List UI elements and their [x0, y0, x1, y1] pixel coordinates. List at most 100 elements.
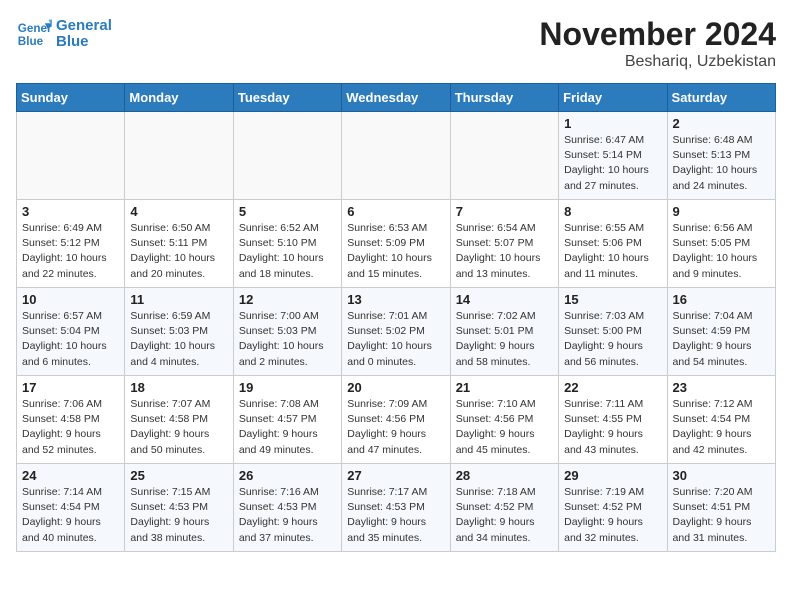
day-cell: 28 Sunrise: 7:18 AM Sunset: 4:52 PM Dayli…: [450, 464, 558, 552]
day-info: Sunrise: 6:48 AM Sunset: 5:13 PM Dayligh…: [673, 133, 770, 194]
day-info: Sunrise: 7:09 AM Sunset: 4:56 PM Dayligh…: [347, 397, 444, 458]
day-info: Sunrise: 6:55 AM Sunset: 5:06 PM Dayligh…: [564, 221, 661, 282]
day-cell: 17Sunrise: 7:06 AM Sunset: 4:58 PM Dayli…: [17, 376, 125, 464]
day-cell: 11 Sunrise: 6:59 AM Sunset: 5:03 PM Dayli…: [125, 288, 233, 376]
day-cell: 30 Sunrise: 7:20 AM Sunset: 4:51 PM Dayli…: [667, 464, 775, 552]
day-cell: 6 Sunrise: 6:53 AM Sunset: 5:09 PM Daylig…: [342, 200, 450, 288]
day-cell: 21 Sunrise: 7:10 AM Sunset: 4:56 PM Dayli…: [450, 376, 558, 464]
day-number: 24: [22, 468, 119, 483]
day-cell: 4 Sunrise: 6:50 AM Sunset: 5:11 PM Daylig…: [125, 200, 233, 288]
day-info: Sunrise: 7:12 AM Sunset: 4:54 PM Dayligh…: [673, 397, 770, 458]
day-cell: [450, 112, 558, 200]
day-info: Sunrise: 7:15 AM Sunset: 4:53 PM Dayligh…: [130, 485, 227, 546]
calendar: SundayMondayTuesdayWednesdayThursdayFrid…: [16, 83, 776, 552]
day-number: 26: [239, 468, 336, 483]
day-info: Sunrise: 7:04 AM Sunset: 4:59 PM Dayligh…: [673, 309, 770, 370]
day-number: 1: [564, 116, 661, 131]
day-cell: [125, 112, 233, 200]
day-number: 30: [673, 468, 770, 483]
day-info: Sunrise: 6:50 AM Sunset: 5:11 PM Dayligh…: [130, 221, 227, 282]
day-cell: 23 Sunrise: 7:12 AM Sunset: 4:54 PM Dayli…: [667, 376, 775, 464]
day-info: Sunrise: 7:07 AM Sunset: 4:58 PM Dayligh…: [130, 397, 227, 458]
day-cell: 22 Sunrise: 7:11 AM Sunset: 4:55 PM Dayli…: [559, 376, 667, 464]
day-number: 4: [130, 204, 227, 219]
day-info: Sunrise: 6:47 AM Sunset: 5:14 PM Dayligh…: [564, 133, 661, 194]
logo: General Blue General Blue: [16, 16, 112, 52]
day-number: 21: [456, 380, 553, 395]
day-number: 16: [673, 292, 770, 307]
day-info: Sunrise: 7:20 AM Sunset: 4:51 PM Dayligh…: [673, 485, 770, 546]
day-cell: 27 Sunrise: 7:17 AM Sunset: 4:53 PM Dayli…: [342, 464, 450, 552]
month-title: November 2024: [539, 16, 776, 53]
week-row-1: 1 Sunrise: 6:47 AM Sunset: 5:14 PM Daylig…: [17, 112, 776, 200]
day-info: Sunrise: 7:17 AM Sunset: 4:53 PM Dayligh…: [347, 485, 444, 546]
day-cell: 5Sunrise: 6:52 AM Sunset: 5:10 PM Daylig…: [233, 200, 341, 288]
week-row-3: 10Sunrise: 6:57 AM Sunset: 5:04 PM Dayli…: [17, 288, 776, 376]
day-info: Sunrise: 6:54 AM Sunset: 5:07 PM Dayligh…: [456, 221, 553, 282]
day-info: Sunrise: 7:18 AM Sunset: 4:52 PM Dayligh…: [456, 485, 553, 546]
day-cell: 3Sunrise: 6:49 AM Sunset: 5:12 PM Daylig…: [17, 200, 125, 288]
weekday-header-wednesday: Wednesday: [342, 84, 450, 112]
day-info: Sunrise: 7:14 AM Sunset: 4:54 PM Dayligh…: [22, 485, 119, 546]
day-number: 15: [564, 292, 661, 307]
day-cell: 24 Sunrise: 7:14 AM Sunset: 4:54 PM Dayli…: [17, 464, 125, 552]
day-cell: 18 Sunrise: 7:07 AM Sunset: 4:58 PM Dayli…: [125, 376, 233, 464]
day-info: Sunrise: 6:53 AM Sunset: 5:09 PM Dayligh…: [347, 221, 444, 282]
day-number: 28: [456, 468, 553, 483]
day-number: 20: [347, 380, 444, 395]
day-cell: 29 Sunrise: 7:19 AM Sunset: 4:52 PM Dayli…: [559, 464, 667, 552]
day-number: 6: [347, 204, 444, 219]
title-block: November 2024 Beshariq, Uzbekistan: [539, 16, 776, 71]
day-cell: 19 Sunrise: 7:08 AM Sunset: 4:57 PM Dayli…: [233, 376, 341, 464]
day-number: 12: [239, 292, 336, 307]
day-cell: [233, 112, 341, 200]
day-cell: 8Sunrise: 6:55 AM Sunset: 5:06 PM Daylig…: [559, 200, 667, 288]
day-info: Sunrise: 7:03 AM Sunset: 5:00 PM Dayligh…: [564, 309, 661, 370]
day-number: 19: [239, 380, 336, 395]
day-number: 18: [130, 380, 227, 395]
day-cell: 2Sunrise: 6:48 AM Sunset: 5:13 PM Daylig…: [667, 112, 775, 200]
day-number: 29: [564, 468, 661, 483]
day-info: Sunrise: 7:08 AM Sunset: 4:57 PM Dayligh…: [239, 397, 336, 458]
day-number: 9: [673, 204, 770, 219]
day-number: 27: [347, 468, 444, 483]
weekday-header-row: SundayMondayTuesdayWednesdayThursdayFrid…: [17, 84, 776, 112]
day-cell: 13Sunrise: 7:01 AM Sunset: 5:02 PM Dayli…: [342, 288, 450, 376]
weekday-header-friday: Friday: [559, 84, 667, 112]
day-number: 5: [239, 204, 336, 219]
day-number: 17: [22, 380, 119, 395]
day-info: Sunrise: 7:16 AM Sunset: 4:53 PM Dayligh…: [239, 485, 336, 546]
day-info: Sunrise: 7:10 AM Sunset: 4:56 PM Dayligh…: [456, 397, 553, 458]
logo-line2: Blue: [56, 34, 112, 51]
day-cell: 20 Sunrise: 7:09 AM Sunset: 4:56 PM Dayli…: [342, 376, 450, 464]
weekday-header-tuesday: Tuesday: [233, 84, 341, 112]
week-row-5: 24 Sunrise: 7:14 AM Sunset: 4:54 PM Dayli…: [17, 464, 776, 552]
day-number: 22: [564, 380, 661, 395]
day-info: Sunrise: 6:56 AM Sunset: 5:05 PM Dayligh…: [673, 221, 770, 282]
day-info: Sunrise: 7:11 AM Sunset: 4:55 PM Dayligh…: [564, 397, 661, 458]
day-info: Sunrise: 7:19 AM Sunset: 4:52 PM Dayligh…: [564, 485, 661, 546]
logo-line1: General: [56, 18, 112, 35]
week-row-4: 17Sunrise: 7:06 AM Sunset: 4:58 PM Dayli…: [17, 376, 776, 464]
day-number: 23: [673, 380, 770, 395]
page-header: General Blue General Blue November 2024 …: [16, 16, 776, 71]
weekday-header-thursday: Thursday: [450, 84, 558, 112]
weekday-header-sunday: Sunday: [17, 84, 125, 112]
weekday-header-monday: Monday: [125, 84, 233, 112]
day-cell: [17, 112, 125, 200]
day-number: 25: [130, 468, 227, 483]
day-number: 3: [22, 204, 119, 219]
day-info: Sunrise: 7:02 AM Sunset: 5:01 PM Dayligh…: [456, 309, 553, 370]
weekday-header-saturday: Saturday: [667, 84, 775, 112]
day-info: Sunrise: 6:57 AM Sunset: 5:04 PM Dayligh…: [22, 309, 119, 370]
day-number: 13: [347, 292, 444, 307]
day-number: 7: [456, 204, 553, 219]
day-number: 11: [130, 292, 227, 307]
day-cell: 12 Sunrise: 7:00 AM Sunset: 5:03 PM Dayli…: [233, 288, 341, 376]
day-cell: 14 Sunrise: 7:02 AM Sunset: 5:01 PM Dayli…: [450, 288, 558, 376]
day-cell: 15 Sunrise: 7:03 AM Sunset: 5:00 PM Dayli…: [559, 288, 667, 376]
day-info: Sunrise: 6:59 AM Sunset: 5:03 PM Dayligh…: [130, 309, 227, 370]
day-cell: 10Sunrise: 6:57 AM Sunset: 5:04 PM Dayli…: [17, 288, 125, 376]
day-number: 14: [456, 292, 553, 307]
day-info: Sunrise: 7:00 AM Sunset: 5:03 PM Dayligh…: [239, 309, 336, 370]
